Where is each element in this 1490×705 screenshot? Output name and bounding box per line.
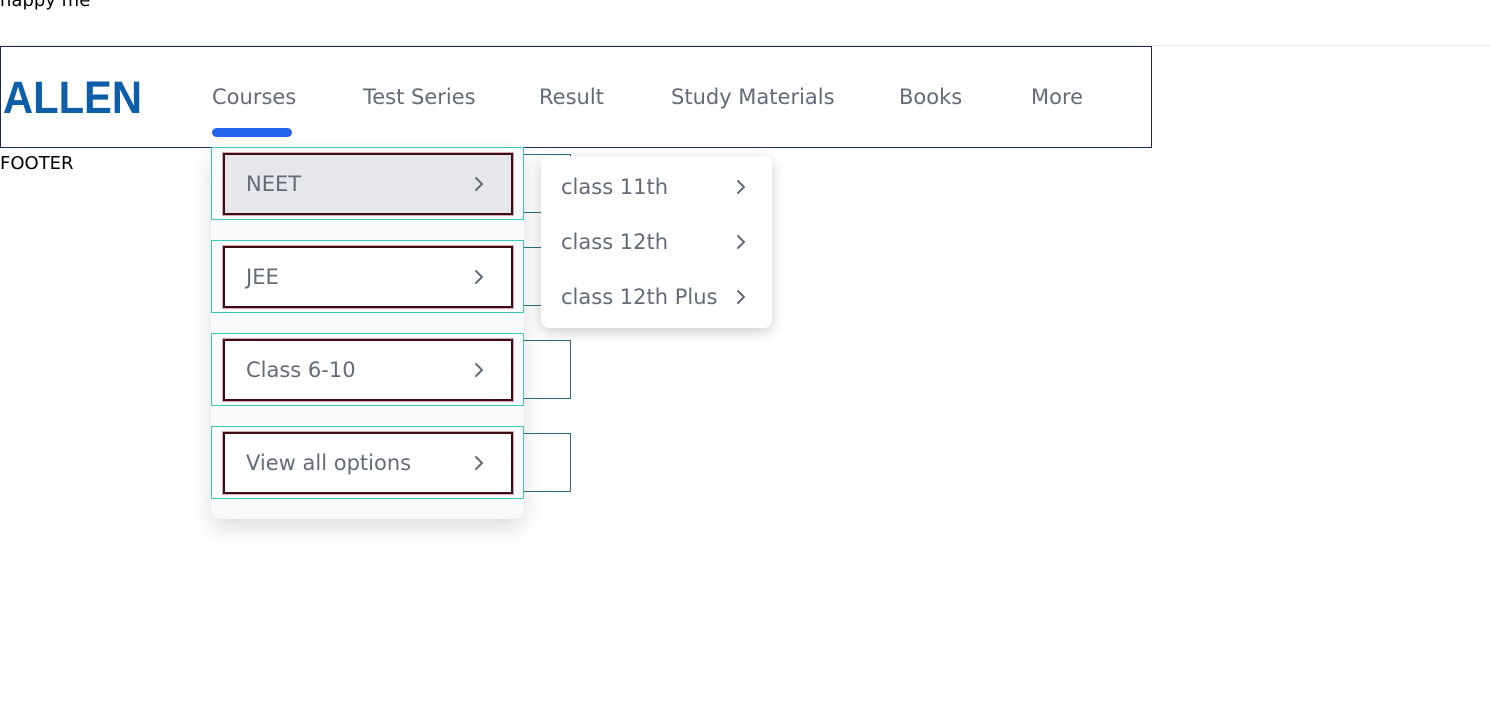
chevron-right-icon bbox=[737, 290, 745, 304]
nav-study-materials[interactable]: Study Materials bbox=[671, 83, 835, 111]
courses-dropdown: NEET JEE Class 6-10 View all options bbox=[211, 147, 524, 519]
courses-menu-item-class-6-10[interactable]: Class 6-10 bbox=[223, 339, 513, 401]
chevron-right-icon bbox=[475, 270, 483, 284]
menu-item-label: View all options bbox=[246, 451, 412, 475]
courses-menu-item-view-all[interactable]: View all options bbox=[223, 432, 513, 494]
nav-courses[interactable]: Courses bbox=[212, 83, 296, 111]
menu-item-label: NEET bbox=[246, 172, 302, 196]
chevron-right-icon bbox=[475, 177, 483, 191]
courses-menu-row: Class 6-10 bbox=[211, 333, 524, 406]
chevron-right-icon bbox=[475, 363, 483, 377]
submenu-item-class-11th[interactable]: class 11th bbox=[541, 167, 772, 207]
chevron-right-icon bbox=[737, 235, 745, 249]
allen-logo-mark: ALLEN bbox=[3, 77, 142, 117]
footer: FOOTER bbox=[0, 153, 74, 174]
page-heading-text: happy me bbox=[0, 0, 91, 11]
chevron-right-icon bbox=[737, 180, 745, 194]
submenu-item-label: class 11th bbox=[561, 175, 669, 199]
menu-item-outline bbox=[523, 340, 571, 399]
courses-menu-item-neet[interactable]: NEET bbox=[223, 153, 513, 215]
nav-more[interactable]: More bbox=[1031, 83, 1083, 111]
chevron-right-icon bbox=[475, 456, 483, 470]
menu-item-label: JEE bbox=[246, 265, 279, 289]
neet-submenu: class 11th class 12th class 12th Plus bbox=[541, 156, 772, 328]
nav-books[interactable]: Books bbox=[899, 83, 962, 111]
submenu-item-class-12th-plus[interactable]: class 12th Plus bbox=[541, 277, 772, 317]
courses-menu-item-jee[interactable]: JEE bbox=[223, 246, 513, 308]
menu-item-outline bbox=[523, 433, 571, 492]
nav-result[interactable]: Result bbox=[539, 83, 604, 111]
courses-menu-row: JEE bbox=[211, 240, 524, 313]
submenu-item-label: class 12th Plus bbox=[561, 285, 718, 309]
submenu-item-label: class 12th bbox=[561, 230, 669, 254]
nav-test-series[interactable]: Test Series bbox=[363, 83, 476, 111]
svg-text:ALLEN: ALLEN bbox=[3, 77, 142, 117]
courses-menu-row: View all options bbox=[211, 426, 524, 499]
allen-logo[interactable]: ALLEN bbox=[3, 77, 143, 117]
menu-item-label: Class 6-10 bbox=[246, 358, 356, 382]
submenu-item-class-12th[interactable]: class 12th bbox=[541, 222, 772, 262]
active-nav-indicator bbox=[212, 128, 292, 137]
courses-menu-row: NEET bbox=[211, 147, 524, 220]
main-navbar: ALLEN Courses Test Series Result Study M… bbox=[0, 46, 1152, 148]
